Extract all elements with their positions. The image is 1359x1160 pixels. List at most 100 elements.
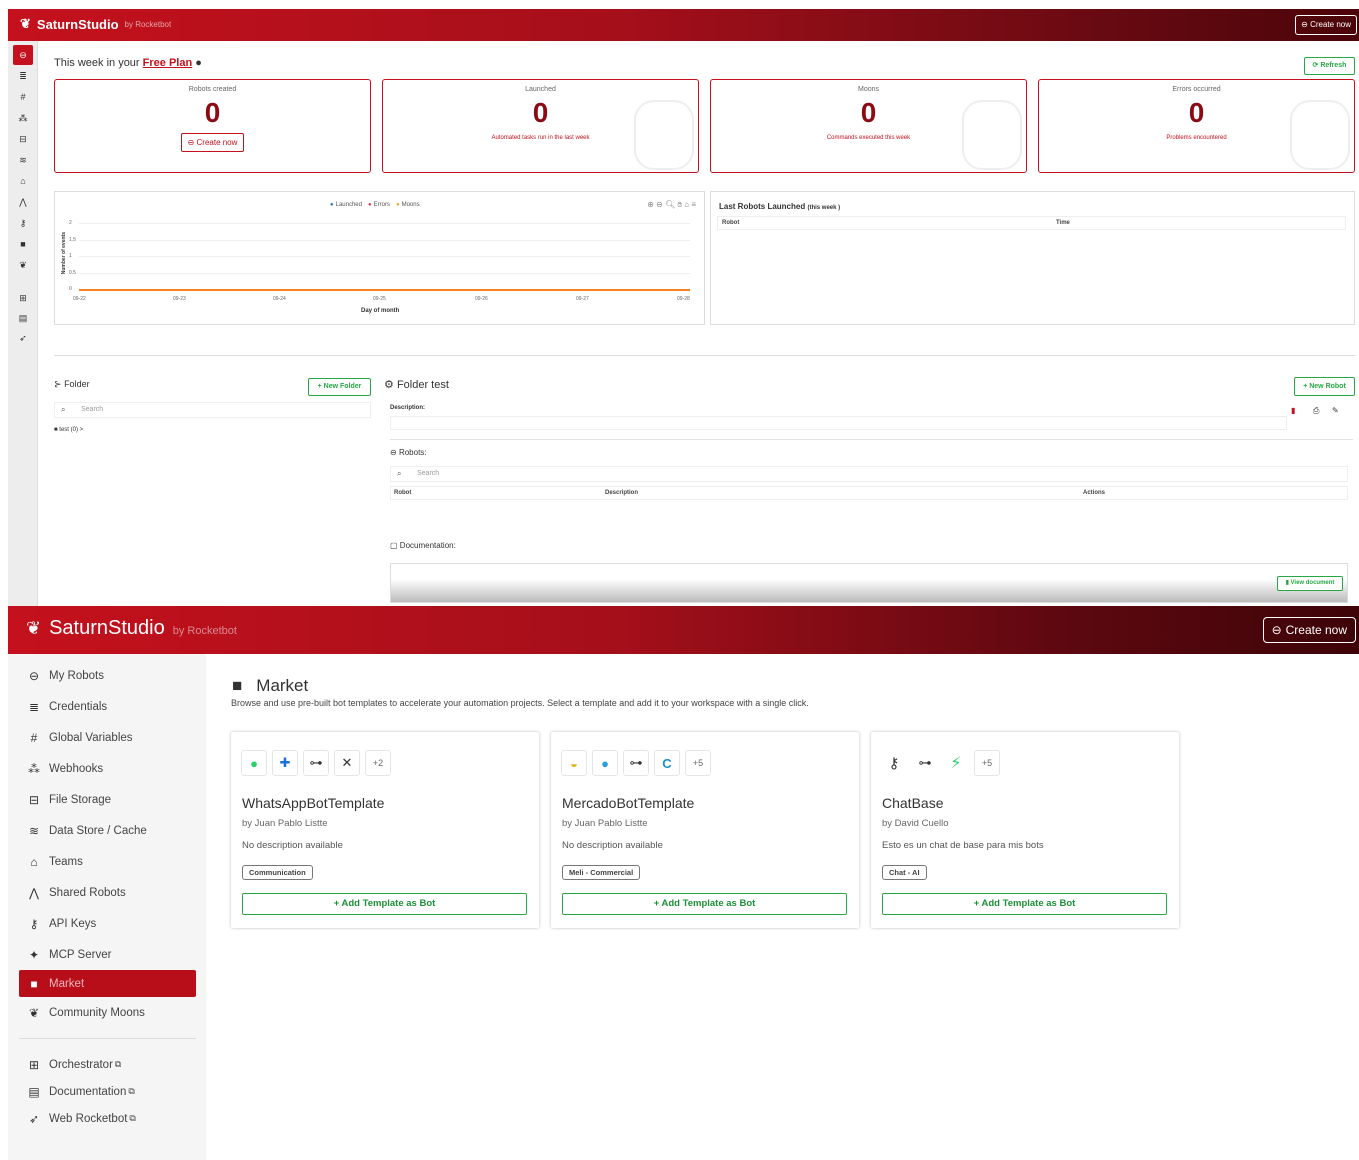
xtick: 09-25: [373, 296, 386, 302]
bolt-icon: ⚡︎: [950, 755, 962, 772]
template-tag: Meli - Commercial: [562, 865, 641, 880]
chart-toolbar[interactable]: ⊕ ⊖ 🔍︎ ✋︎ ⌂ ≡: [647, 200, 696, 210]
rocket-icon[interactable]: ➶: [16, 331, 30, 345]
sidebar-item-credentials[interactable]: ≣ Credentials: [19, 693, 196, 720]
saturn-logo-icon: ❦: [20, 16, 31, 31]
create-now-button[interactable]: ⊖ Create now: [1262, 617, 1356, 643]
card-moons: Moons 0 Commands executed this week: [710, 79, 1027, 173]
create-now-button[interactable]: ⊖ Create now: [1295, 15, 1357, 35]
chart-xlabel: Day of month: [361, 308, 400, 314]
hash-icon[interactable]: #: [16, 90, 30, 104]
free-plan-link[interactable]: Free Plan: [143, 57, 193, 69]
brand[interactable]: ❦ SaturnStudio by Rocketbot: [20, 16, 171, 32]
card-create-now-button[interactable]: ⊖ Create now: [180, 133, 245, 152]
card-robots-created: Robots created 0 ⊖ Create now: [54, 79, 371, 173]
share-watermark-icon: [962, 100, 1022, 170]
folder-search-input[interactable]: ⌕ Search: [54, 402, 371, 418]
print-icon[interactable]: ⎙: [1313, 406, 1319, 416]
new-folder-button[interactable]: + New Folder: [308, 378, 371, 396]
info-icon[interactable]: ●: [195, 57, 202, 69]
market-content: ■ Market Browse and use pre-built bot tem…: [221, 654, 1359, 1160]
sidebar-link-web-rocketbot[interactable]: ➶ Web Rocketbot ⧉: [19, 1105, 196, 1132]
rocket-watermark-icon: [634, 100, 694, 170]
sidebar-item-mcp-server[interactable]: ✦ MCP Server: [19, 941, 196, 968]
orchestrator-icon[interactable]: ⊞: [16, 291, 30, 305]
delete-icon[interactable]: ▮: [1291, 406, 1295, 415]
xtick: 09-26: [475, 296, 488, 302]
search-icon: ⌕: [61, 405, 66, 414]
xtick: 09-28: [677, 296, 690, 302]
sidebar-item-teams[interactable]: ⌂ Teams: [19, 848, 196, 875]
template-name: ChatBase: [882, 795, 944, 811]
moons-icon[interactable]: ❦: [16, 258, 30, 272]
description-field[interactable]: [390, 416, 1287, 430]
robot-icon: ⊖: [1271, 623, 1282, 637]
credentials-icon[interactable]: ≣: [16, 69, 30, 83]
template-name: WhatsAppBotTemplate: [242, 795, 385, 811]
flow-icon: ⊶: [918, 755, 932, 770]
storage-icon[interactable]: ⊟: [16, 132, 30, 146]
external-link-icon: ⧉: [128, 1086, 135, 1096]
sidebar-item-file-storage[interactable]: ⊟ File Storage: [19, 786, 196, 813]
sidebar-item-my-robots[interactable]: ⊖ My Robots: [19, 662, 196, 689]
add-template-button[interactable]: + Add Template as Bot: [882, 893, 1167, 915]
page-description: Browse and use pre-built bot templates t…: [231, 698, 809, 708]
sidebar-item-shared-robots[interactable]: ⋀ Shared Robots: [19, 879, 196, 906]
sidebar-link-orchestrator[interactable]: ⊞ Orchestrator ⧉: [19, 1051, 196, 1078]
sidebar-item-webhooks[interactable]: ⁂ Webhooks: [19, 755, 196, 782]
more-icons-badge: +5: [974, 750, 1000, 776]
mcp-icon: ✦: [28, 947, 40, 962]
refresh-icon: ⟳: [1312, 62, 1319, 69]
chart-legend: Launched Errors Moons: [330, 202, 420, 208]
database-icon[interactable]: ≋: [16, 153, 30, 167]
sidebar-item-api-keys[interactable]: ⚷ API Keys: [19, 910, 196, 937]
sidebar-item-community-moons[interactable]: ❦ Community Moons: [19, 999, 196, 1026]
sidebar-item-market[interactable]: ■ Market: [19, 970, 196, 997]
new-robot-button[interactable]: + New Robot: [1294, 377, 1355, 396]
sidebar-link-documentation[interactable]: ▤ Documentation ⧉: [19, 1078, 196, 1105]
ytick: 1.5: [69, 237, 76, 243]
legend-moons[interactable]: Moons: [396, 202, 420, 208]
template-author: by Juan Pablo Listte: [242, 818, 328, 829]
folder-test-icon: ⚙︎: [384, 379, 394, 391]
chart-ylabel: Number of events: [61, 232, 67, 275]
template-icons: ● ✚ ⊶ ✕ +2: [241, 750, 391, 776]
refresh-button[interactable]: ⟳ Refresh: [1304, 57, 1355, 75]
market-icon: ■: [30, 976, 38, 991]
legend-launched[interactable]: Launched: [330, 202, 362, 208]
template-card-chatbase: ⚷ ⊶ ⚡︎ +5 ChatBase by David Cuello Esto …: [871, 732, 1179, 928]
xtick: 09-22: [73, 296, 86, 302]
template-card-whatsapp: ● ✚ ⊶ ✕ +2 WhatsAppBotTemplate by Juan P…: [231, 732, 539, 928]
edit-icon[interactable]: ✎: [1332, 406, 1339, 415]
ytick: 0: [69, 286, 72, 292]
orchestrator-icon: ⊞: [28, 1057, 40, 1072]
sidebar-item-data-store[interactable]: ≋ Data Store / Cache: [19, 817, 196, 844]
robots-search-input[interactable]: ⌕ Search: [390, 466, 1348, 482]
credentials-icon: ≣: [28, 699, 40, 714]
add-template-button[interactable]: + Add Template as Bot: [242, 893, 527, 915]
week-summary: This week in your Free Plan ●: [54, 57, 202, 69]
saturn-logo-icon: ❦: [26, 618, 42, 638]
view-document-button[interactable]: ▮ View document: [1277, 576, 1343, 591]
mercadolibre-icon: ◒: [561, 750, 587, 776]
brand[interactable]: ❦ SaturnStudio by Rocketbot: [26, 617, 237, 640]
moons-icon: ❦: [28, 1005, 40, 1020]
teams-icon[interactable]: ⌂: [16, 174, 30, 188]
market-icon[interactable]: ■: [16, 237, 30, 251]
whatsapp-icon: ●: [241, 750, 267, 776]
robot-icon[interactable]: ⊖: [13, 45, 33, 65]
key-icon[interactable]: ⚷: [16, 216, 30, 230]
jira-icon: ✚: [272, 750, 298, 776]
external-link-icon: ⧉: [114, 1059, 122, 1069]
folder-item-test[interactable]: ■ test (0) >: [54, 427, 83, 433]
legend-errors[interactable]: Errors: [368, 202, 390, 208]
share-icon[interactable]: ⋀: [16, 195, 30, 209]
documentation-label: ▢ Documentation:: [390, 541, 456, 550]
events-chart: Launched Errors Moons ⊕ ⊖ 🔍︎ ✋︎ ⌂ ≡ Numb…: [54, 191, 705, 325]
add-template-button[interactable]: + Add Template as Bot: [562, 893, 847, 915]
dashboard-header: ❦ SaturnStudio by Rocketbot ⊖ Create now: [8, 9, 1359, 41]
robots-table-header: Robot Description Actions: [390, 486, 1348, 500]
sidebar-item-global-variables[interactable]: # Global Variables: [19, 724, 196, 751]
book-icon[interactable]: ▤: [16, 311, 30, 325]
webhooks-icon[interactable]: ⁂: [16, 111, 30, 125]
